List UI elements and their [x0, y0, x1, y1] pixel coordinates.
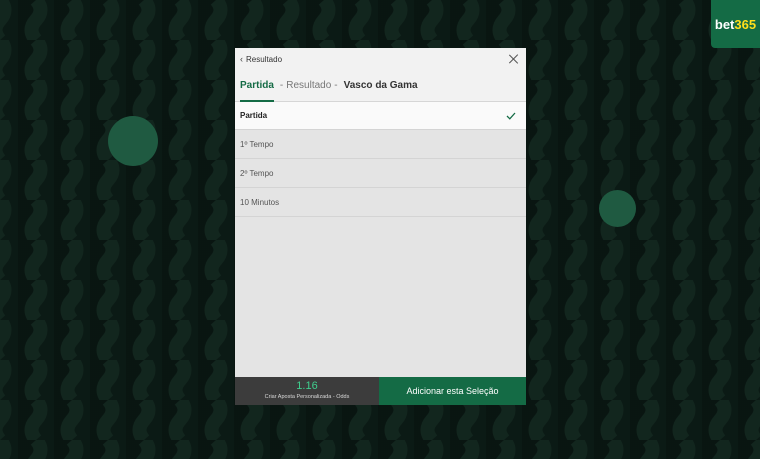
breadcrumb-separator: -	[279, 80, 284, 91]
back-label: Resultado	[246, 54, 283, 64]
odds-display: 1.16 Criar Aposta Personalizada - Odds	[235, 377, 379, 405]
option-partida[interactable]: Partida	[235, 102, 526, 130]
option-label: 2º Tempo	[240, 168, 274, 178]
logo-text: bet	[714, 16, 735, 32]
decorative-circle	[108, 116, 158, 166]
option-1o-tempo[interactable]: 1º Tempo	[235, 130, 526, 159]
option-label: 10 Minutos	[240, 197, 280, 207]
breadcrumb-separator: -	[334, 80, 338, 91]
bet365-logo[interactable]: bet 365	[711, 0, 760, 48]
odds-caption: Criar Aposta Personalizada - Odds	[264, 394, 350, 400]
breadcrumb-last[interactable]: Vasco da Gama	[344, 80, 418, 91]
option-list: Partida 1º Tempo 2º Tempo 10 Minutos	[235, 102, 526, 377]
breadcrumb-active[interactable]: Partida	[240, 70, 274, 102]
back-button[interactable]: ‹ Resultado	[240, 54, 282, 64]
selection-modal: ‹ Resultado Partida - Resultado - Vasco …	[235, 48, 526, 405]
odds-value: 1.16	[296, 380, 318, 392]
check-icon	[506, 112, 516, 120]
add-selection-button[interactable]: Adicionar esta Seleção	[379, 377, 526, 405]
chevron-left-icon: ‹	[240, 54, 243, 64]
option-label: Partida	[240, 111, 268, 120]
close-icon[interactable]	[508, 53, 520, 65]
logo-number: 365	[734, 16, 757, 32]
option-2o-tempo[interactable]: 2º Tempo	[235, 159, 526, 188]
breadcrumb: Partida - Resultado - Vasco da Gama	[235, 70, 526, 102]
option-10-minutos[interactable]: 10 Minutos	[235, 188, 526, 217]
option-label: 1º Tempo	[240, 139, 274, 149]
decorative-circle	[599, 190, 636, 227]
modal-footer: 1.16 Criar Aposta Personalizada - Odds A…	[235, 377, 526, 405]
breadcrumb-middle[interactable]: Resultado	[286, 80, 331, 91]
modal-header: ‹ Resultado	[235, 48, 526, 70]
